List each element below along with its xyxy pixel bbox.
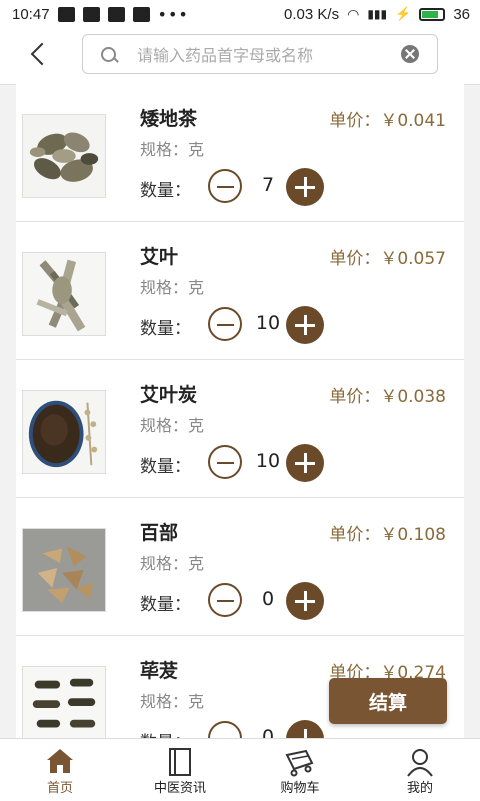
- back-icon[interactable]: [26, 40, 54, 68]
- list-item: 百部 规格：克 单价：￥0.108 数量： 0: [16, 498, 464, 636]
- tab-home[interactable]: 首页: [0, 739, 120, 801]
- checkout-button[interactable]: 结算: [329, 678, 447, 724]
- video-icon: [82, 6, 100, 22]
- product-price: 单价：￥0.108: [329, 525, 446, 545]
- product-image: [22, 390, 106, 474]
- increase-button[interactable]: [286, 168, 324, 206]
- quantity-label: 数量：: [140, 319, 191, 339]
- tab-label: 我的: [406, 781, 433, 796]
- cart-icon: [285, 749, 314, 777]
- decrease-button[interactable]: [208, 445, 242, 479]
- tab-label: 首页: [46, 781, 73, 796]
- product-name: 艾叶炭: [140, 384, 198, 406]
- battery-level: 36: [453, 5, 470, 23]
- home-icon: [47, 749, 73, 773]
- tab-cart[interactable]: 购物车: [240, 739, 360, 801]
- product-spec: 规格：克: [140, 416, 205, 435]
- product-price: 单价：￥0.041: [329, 111, 446, 131]
- user-icon: [407, 749, 433, 777]
- quantity-label: 数量：: [140, 728, 191, 738]
- quantity-label: 数量：: [140, 595, 191, 615]
- product-spec: 规格：克: [140, 554, 205, 573]
- search-input[interactable]: [135, 43, 389, 67]
- product-name: 艾叶: [140, 246, 179, 268]
- product-image: [22, 666, 106, 738]
- product-spec: 规格：克: [140, 692, 205, 711]
- tab-label: 购物车: [280, 781, 320, 796]
- bottom-tab-bar: 首页 中医资讯 购物车 我的: [0, 738, 480, 801]
- decrease-button[interactable]: [208, 307, 242, 341]
- book-icon: [169, 748, 191, 776]
- increase-button[interactable]: [286, 306, 324, 344]
- header: [0, 28, 480, 85]
- list-item: 艾叶炭 规格：克 单价：￥0.038 数量： 10: [16, 360, 464, 498]
- status-bar: 10:47 ••• 0.03 K/s ◠ ▮▮▮ ⚡ 36: [0, 0, 480, 28]
- upload-icon: [107, 6, 125, 22]
- list-item: 矮地茶 规格：克 单价：￥0.041 数量： 7: [16, 84, 464, 222]
- increase-button[interactable]: [286, 444, 324, 482]
- list-item: 艾叶 规格：克 单价：￥0.057 数量： 10: [16, 222, 464, 360]
- product-image: [22, 114, 106, 198]
- product-price: 单价：￥0.057: [329, 249, 446, 269]
- quantity-value: 7: [261, 174, 275, 196]
- quantity-value: 10: [255, 312, 281, 334]
- decrease-button[interactable]: [208, 583, 242, 617]
- medicine-list: 矮地茶 规格：克 单价：￥0.041 数量： 7 艾叶 规格：克 单价：￥0.0…: [16, 84, 464, 738]
- decrease-button[interactable]: [208, 169, 242, 203]
- product-name: 荜茇: [140, 660, 179, 682]
- clear-icon[interactable]: [401, 45, 419, 63]
- notification-icon: [57, 6, 75, 22]
- network-speed: 0.03 K/s: [284, 5, 340, 23]
- battery-icon: [419, 7, 446, 21]
- product-image: [22, 252, 106, 336]
- product-name: 矮地茶: [140, 108, 198, 130]
- increase-button[interactable]: [286, 582, 324, 620]
- tab-label: 中医资讯: [153, 781, 206, 796]
- quantity-value: 0: [261, 726, 275, 738]
- decrease-button[interactable]: [208, 721, 242, 738]
- tab-mine[interactable]: 我的: [360, 739, 480, 801]
- quantity-label: 数量：: [140, 457, 191, 477]
- charging-icon: ⚡: [395, 6, 412, 21]
- quantity-value: 0: [261, 588, 275, 610]
- quantity-label: 数量：: [140, 181, 191, 201]
- wifi-icon: ◠: [347, 5, 360, 22]
- tab-news[interactable]: 中医资讯: [120, 739, 240, 801]
- search-box: [82, 34, 438, 74]
- product-name: 百部: [140, 522, 179, 544]
- search-icon: [101, 47, 116, 62]
- status-time: 10:47: [12, 5, 50, 23]
- increase-button[interactable]: [286, 720, 324, 738]
- image-icon: [132, 6, 150, 22]
- quantity-value: 10: [255, 450, 281, 472]
- product-image: [22, 528, 106, 612]
- product-spec: 规格：克: [140, 140, 205, 159]
- product-spec: 规格：克: [140, 278, 205, 297]
- signal-icon: ▮▮▮: [367, 7, 388, 21]
- product-price: 单价：￥0.038: [329, 387, 446, 407]
- more-notifications-icon: •••: [157, 4, 189, 24]
